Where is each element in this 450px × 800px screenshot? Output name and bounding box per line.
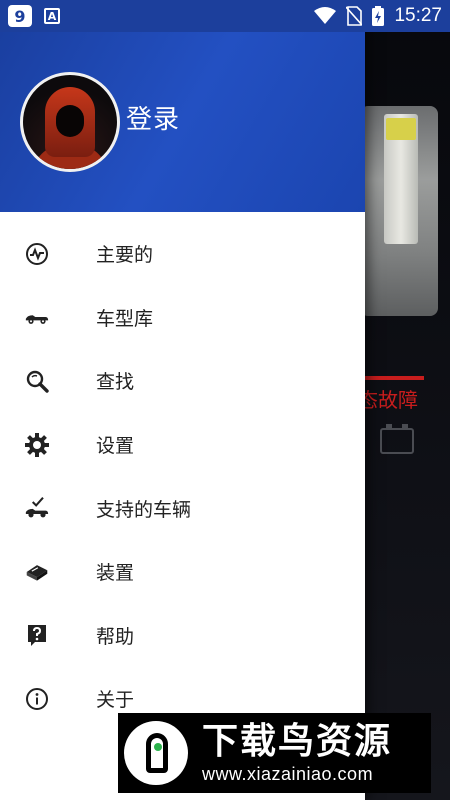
- info-icon: [25, 687, 49, 711]
- battery-icon: [380, 424, 414, 454]
- watermark-title: 下载鸟资源: [202, 720, 393, 762]
- background-red-divider: [360, 376, 424, 380]
- screen: 态故障 9 A 15:27 登录 主要的 车型库 查找 设置 支持的车辆 装置 …: [0, 0, 450, 800]
- watermark-logo-icon: [124, 721, 188, 785]
- menu-label: 车型库: [96, 307, 154, 330]
- watermark-logo-dot: [154, 743, 162, 751]
- menu-item-help[interactable]: 帮助: [0, 604, 365, 668]
- login-button[interactable]: 登录: [126, 99, 180, 136]
- status-icons: 15:27: [314, 5, 442, 27]
- menu-item-main[interactable]: 主要的: [0, 222, 365, 286]
- navigation-drawer: 登录 主要的 车型库 查找 设置 支持的车辆 装置 帮助 关于: [0, 0, 365, 800]
- background-photo: [360, 106, 438, 316]
- avatar-face: [56, 105, 84, 137]
- menu-label: 帮助: [96, 625, 135, 648]
- background-status-text: 态故障: [358, 388, 418, 412]
- device-icon: [25, 560, 49, 584]
- menu-label: 设置: [96, 435, 135, 458]
- activity-icon: [25, 242, 49, 266]
- menu-item-supported-vehicles[interactable]: 支持的车辆: [0, 476, 365, 540]
- watermark-url: www.xiazainiao.com: [202, 763, 374, 784]
- menu-item-car-library[interactable]: 车型库: [0, 286, 365, 350]
- car-check-icon: [25, 496, 49, 520]
- menu-item-device[interactable]: 装置: [0, 540, 365, 604]
- battery-charging-icon: [372, 6, 385, 26]
- menu-label: 装置: [96, 562, 135, 585]
- menu-label: 支持的车辆: [96, 498, 192, 521]
- drawer-header: 登录: [0, 32, 365, 212]
- avatar[interactable]: [20, 72, 120, 172]
- drawer-menu: 主要的 车型库 查找 设置 支持的车辆 装置 帮助 关于: [0, 222, 365, 731]
- watermark-text: 下载鸟资源 www.xiazainiao.com: [202, 720, 393, 785]
- help-icon: [25, 623, 49, 647]
- menu-item-settings[interactable]: 设置: [0, 413, 365, 477]
- menu-label: 主要的: [96, 244, 154, 267]
- menu-item-search[interactable]: 查找: [0, 349, 365, 413]
- search-icon: [25, 369, 49, 393]
- wifi-icon: [314, 7, 337, 24]
- clock: 15:27: [394, 5, 442, 26]
- app-notification-icon: 9: [8, 5, 32, 27]
- no-sim-icon: [346, 6, 363, 26]
- car-icon: [25, 305, 49, 329]
- gear-icon: [25, 432, 49, 457]
- background-pillar-stripe: [386, 118, 416, 140]
- menu-label: 查找: [96, 371, 135, 394]
- font-notification-icon: A: [44, 8, 60, 24]
- watermark-logo-shape: [146, 733, 168, 773]
- status-bar: 9 A 15:27: [0, 0, 450, 32]
- watermark-banner: 下载鸟资源 www.xiazainiao.com: [118, 713, 431, 793]
- menu-label: 关于: [96, 689, 135, 712]
